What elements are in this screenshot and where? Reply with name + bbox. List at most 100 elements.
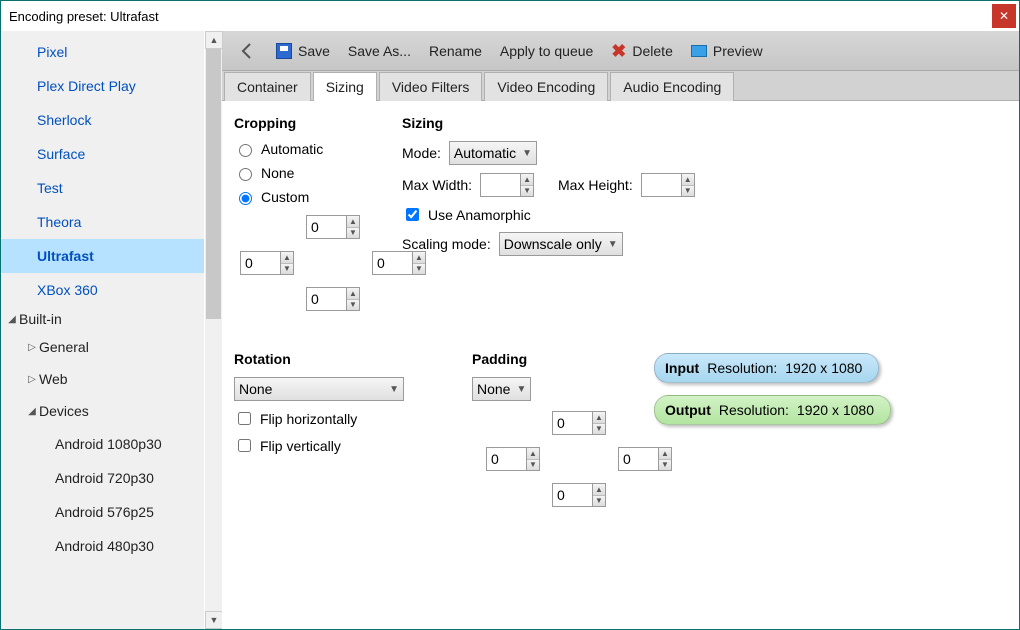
pad-top[interactable]: ▲▼ [552,411,606,435]
max-width-stepper[interactable]: ▲▼ [480,173,534,197]
spin-up-icon[interactable]: ▲ [281,252,293,264]
crop-none-radio[interactable]: None [234,165,294,181]
tab-video-filters[interactable]: Video Filters [379,72,483,101]
spin-up-icon[interactable]: ▲ [682,174,694,186]
rotation-title: Rotation [234,351,434,367]
pad-left-input[interactable] [487,448,526,470]
rotation-select[interactable]: None▼ [234,377,404,401]
spin-up-icon[interactable]: ▲ [347,216,359,228]
spin-up-icon[interactable]: ▲ [659,448,671,460]
device-item[interactable]: Android 1080p30 [1,427,204,461]
pad-right[interactable]: ▲▼ [618,447,672,471]
device-item[interactable]: Android 720p30 [1,461,204,495]
caret-icon: ▷ [25,374,39,385]
flip-h-checkbox[interactable]: Flip horizontally [234,409,357,428]
anamorphic-checkbox[interactable]: Use Anamorphic [402,205,531,224]
pad-top-input[interactable] [553,412,592,434]
delete-icon: ✖ [611,44,626,58]
scroll-up-icon[interactable]: ▲ [205,31,223,49]
spin-down-icon[interactable]: ▼ [593,424,605,435]
padding-values-grid: ▲▼▲▼▲▼▲▼ [486,409,676,509]
max-width-label: Max Width: [402,177,472,193]
rotation-section: Rotation None▼ Flip horizontally Flip ve… [234,351,434,463]
apply-queue-button[interactable]: Apply to queue [500,43,593,59]
input-badge: Input Resolution: 1920 x 1080 [654,353,879,383]
panel-sizing: Cropping Automatic None Custom ▲▼▲▼▲▼▲▼ … [222,101,1019,629]
device-item[interactable]: Android 480p30 [1,529,204,563]
max-height-stepper[interactable]: ▲▼ [641,173,695,197]
tab-container[interactable]: Container [224,72,311,101]
tree-group[interactable]: ◢Built-in [1,307,204,331]
preset-item[interactable]: Theora [1,205,204,239]
preview-button[interactable]: Preview [691,43,763,59]
spin-down-icon[interactable]: ▼ [527,460,539,471]
close-icon[interactable]: ✕ [992,4,1016,28]
tree-group[interactable]: ▷General [1,331,204,363]
caret-icon: ◢ [25,406,39,417]
preset-item[interactable]: Test [1,171,204,205]
back-button[interactable] [236,42,258,60]
output-badge: Output Resolution: 1920 x 1080 [654,395,891,425]
tab-sizing[interactable]: Sizing [313,72,377,101]
scroll-thumb[interactable] [206,49,221,319]
spin-up-icon[interactable]: ▲ [527,448,539,460]
padding-title: Padding [472,351,672,367]
preset-item[interactable]: Sherlock [1,103,204,137]
save-button[interactable]: Save [276,43,330,59]
preset-item[interactable]: Ultrafast [1,239,204,273]
io-badges: Input Resolution: 1920 x 1080 Output Res… [654,353,891,425]
mode-select[interactable]: Automatic▼ [449,141,537,165]
flip-v-checkbox[interactable]: Flip vertically [234,436,341,455]
device-item[interactable]: Android 576p25 [1,495,204,529]
rename-button[interactable]: Rename [429,43,482,59]
tree-group[interactable]: ◢Devices [1,395,204,427]
main: Save Save As... Rename Apply to queue ✖D… [222,31,1019,629]
sidebar-scrollbar[interactable]: ▲ ▼ [204,31,222,629]
spin-down-icon[interactable]: ▼ [281,264,293,275]
delete-button[interactable]: ✖Delete [611,43,673,59]
padding-section: Padding None▼ ▲▼▲▼▲▼▲▼ [472,351,672,509]
crop-bottom[interactable]: ▲▼ [306,287,360,311]
crop-top-input[interactable] [307,216,346,238]
spin-down-icon[interactable]: ▼ [593,496,605,507]
crop-left[interactable]: ▲▼ [240,251,294,275]
crop-auto-radio[interactable]: Automatic [234,141,323,157]
max-height-label: Max Height: [558,177,633,193]
spin-up-icon[interactable]: ▲ [521,174,533,186]
tab-video-encoding[interactable]: Video Encoding [484,72,608,101]
spin-down-icon[interactable]: ▼ [521,186,533,197]
spin-up-icon[interactable]: ▲ [593,484,605,496]
pad-bottom[interactable]: ▲▼ [552,483,606,507]
max-width-stepper-input[interactable] [481,174,520,196]
crop-left-input[interactable] [241,252,280,274]
spin-up-icon[interactable]: ▲ [347,288,359,300]
save-as-button[interactable]: Save As... [348,43,411,59]
spin-down-icon[interactable]: ▼ [659,460,671,471]
max-height-stepper-input[interactable] [642,174,681,196]
spin-down-icon[interactable]: ▼ [347,300,359,311]
preset-item[interactable]: Surface [1,137,204,171]
tree-group[interactable]: ▷Web [1,363,204,395]
mode-label: Mode: [402,145,441,161]
sizing-section: Sizing Mode: Automatic▼ Max Width: ▲▼ Ma… [402,115,802,264]
pad-right-input[interactable] [619,448,658,470]
preset-item[interactable]: XBox 360 [1,273,204,307]
pad-bottom-input[interactable] [553,484,592,506]
scaling-select[interactable]: Downscale only▼ [499,232,623,256]
spin-down-icon[interactable]: ▼ [347,228,359,239]
preset-item[interactable]: Plex Direct Play [1,69,204,103]
preset-item[interactable]: Pixel [1,35,204,69]
window-title: Encoding preset: Ultrafast [9,9,992,24]
crop-bottom-input[interactable] [307,288,346,310]
chevron-down-icon: ▼ [389,384,399,395]
scroll-down-icon[interactable]: ▼ [205,611,223,629]
spin-down-icon[interactable]: ▼ [682,186,694,197]
tab-audio-encoding[interactable]: Audio Encoding [610,72,734,101]
crop-top[interactable]: ▲▼ [306,215,360,239]
crop-custom-radio[interactable]: Custom [234,189,309,205]
padding-select[interactable]: None▼ [472,377,531,401]
pad-left[interactable]: ▲▼ [486,447,540,471]
spin-down-icon[interactable]: ▼ [413,264,425,275]
spin-up-icon[interactable]: ▲ [593,412,605,424]
scaling-label: Scaling mode: [402,236,491,252]
